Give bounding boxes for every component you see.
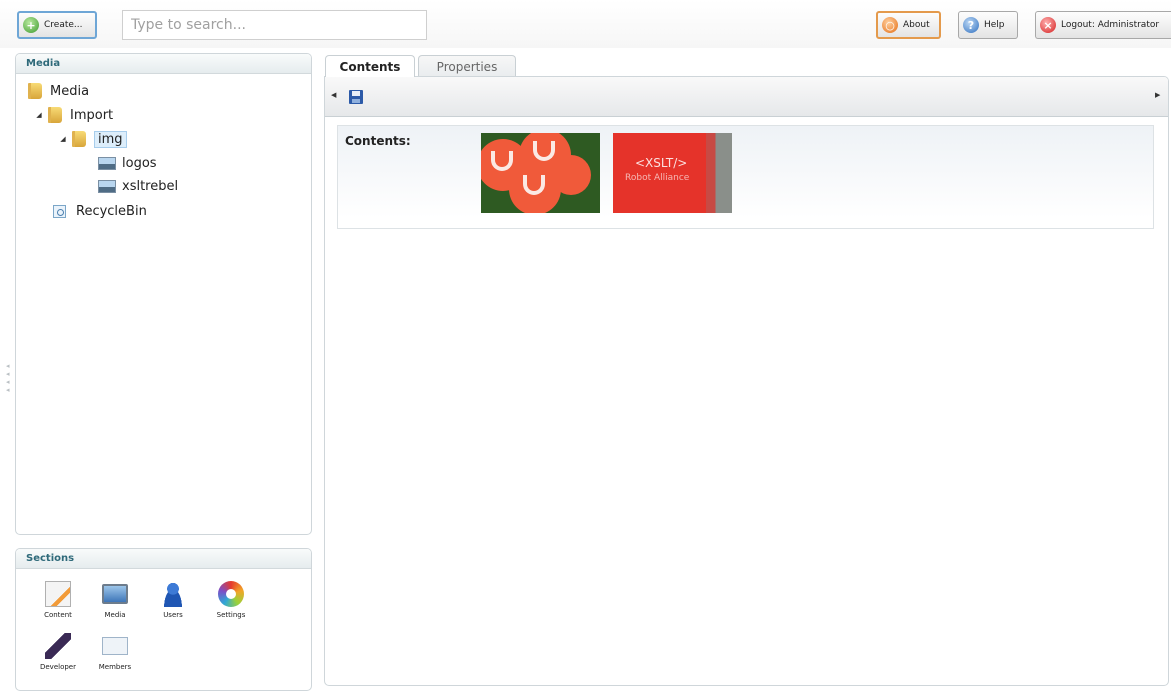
search-input[interactable] xyxy=(122,10,427,40)
tab-contents[interactable]: Contents xyxy=(325,55,415,77)
thumbnail-logos[interactable] xyxy=(481,133,600,213)
section-media[interactable]: Media xyxy=(89,581,141,629)
folder-icon xyxy=(72,131,86,147)
section-label: Settings xyxy=(216,611,246,619)
scroll-left-icon[interactable]: ◀ xyxy=(331,91,336,99)
thumbnail-xsltrebel[interactable]: <XSLT/> Robot Alliance xyxy=(613,133,732,213)
section-content[interactable]: Content xyxy=(32,581,84,629)
about-button[interactable]: ○ About xyxy=(876,11,941,39)
save-icon[interactable] xyxy=(349,90,363,104)
tree-node-label: Import xyxy=(70,107,114,123)
tree-node-label: logos xyxy=(122,155,157,171)
members-icon xyxy=(102,637,128,655)
shirt-text-line2: Robot Alliance xyxy=(625,173,690,183)
section-users[interactable]: Users xyxy=(147,581,199,629)
tree-node-label: Media xyxy=(50,83,90,99)
contents-label: Contents: xyxy=(345,134,411,148)
section-label: Members xyxy=(98,663,132,671)
top-bar: + Create... ○ About ? Help × Logout: Adm… xyxy=(0,0,1171,48)
logout-label: Logout: Administrator xyxy=(1061,20,1160,30)
sections-panel-title: Sections xyxy=(16,549,311,569)
tree-node-img[interactable]: ◢ img xyxy=(58,129,127,149)
editor-toolbar: ◀ ▶ xyxy=(325,77,1168,117)
logout-button[interactable]: × Logout: Administrator xyxy=(1035,11,1171,39)
users-icon xyxy=(160,581,186,607)
editor-panel: ◀ ▶ Contents: <XSLT/> Robot Alliance xyxy=(324,76,1169,686)
tree-node-import[interactable]: ◢ Import xyxy=(34,105,113,125)
expand-arrow-icon[interactable]: ◢ xyxy=(34,111,44,119)
content-icon xyxy=(45,581,71,607)
section-label: Users xyxy=(163,611,183,619)
developer-icon xyxy=(45,633,71,659)
tree-panel-title: Media xyxy=(16,54,311,74)
create-button[interactable]: + Create... xyxy=(17,11,97,39)
sections-panel: Sections Content Media Users Settings De… xyxy=(15,548,312,691)
image-icon xyxy=(98,179,116,193)
tree-node-xsltrebel[interactable]: xsltrebel xyxy=(98,176,178,196)
expand-arrow-icon[interactable]: ◢ xyxy=(58,135,68,143)
help-icon: ? xyxy=(963,17,979,33)
tree-node-logos[interactable]: logos xyxy=(98,153,157,173)
create-label: Create... xyxy=(44,20,83,30)
splitter-handle[interactable]: ◂ ◂ ◂ ◂ xyxy=(6,362,12,396)
tree-node-recyclebin[interactable]: RecycleBin xyxy=(53,201,147,221)
contents-property-box: Contents: <XSLT/> Robot Alliance xyxy=(337,125,1154,229)
plus-icon: + xyxy=(23,17,39,33)
folder-icon xyxy=(28,83,42,99)
image-icon xyxy=(98,156,116,170)
tree-node-media[interactable]: Media xyxy=(28,81,89,101)
media-icon xyxy=(102,584,128,604)
about-icon: ○ xyxy=(882,17,898,33)
section-label: Media xyxy=(104,611,126,619)
section-label: Developer xyxy=(39,663,76,671)
tab-label: Contents xyxy=(339,59,401,74)
tree-node-label: xsltrebel xyxy=(122,178,179,194)
tab-properties[interactable]: Properties xyxy=(418,55,516,77)
media-tree-panel: Media Media ◢ Import ◢ img logos xsltreb… xyxy=(15,53,312,535)
tab-label: Properties xyxy=(436,59,498,74)
tree-node-label: img xyxy=(94,130,127,148)
section-settings[interactable]: Settings xyxy=(205,581,257,629)
help-label: Help xyxy=(984,20,1005,30)
about-label: About xyxy=(903,20,930,30)
section-label: Content xyxy=(44,611,72,619)
help-button[interactable]: ? Help xyxy=(958,11,1018,39)
settings-icon xyxy=(218,581,244,607)
tree-node-label: RecycleBin xyxy=(76,203,147,219)
folder-icon xyxy=(48,107,62,123)
recycle-bin-icon xyxy=(53,204,66,218)
logout-icon: × xyxy=(1040,17,1056,33)
section-members[interactable]: Members xyxy=(89,633,141,681)
shirt-text-line1: <XSLT/> xyxy=(635,156,688,170)
section-developer[interactable]: Developer xyxy=(32,633,84,681)
scroll-right-icon[interactable]: ▶ xyxy=(1155,91,1160,99)
